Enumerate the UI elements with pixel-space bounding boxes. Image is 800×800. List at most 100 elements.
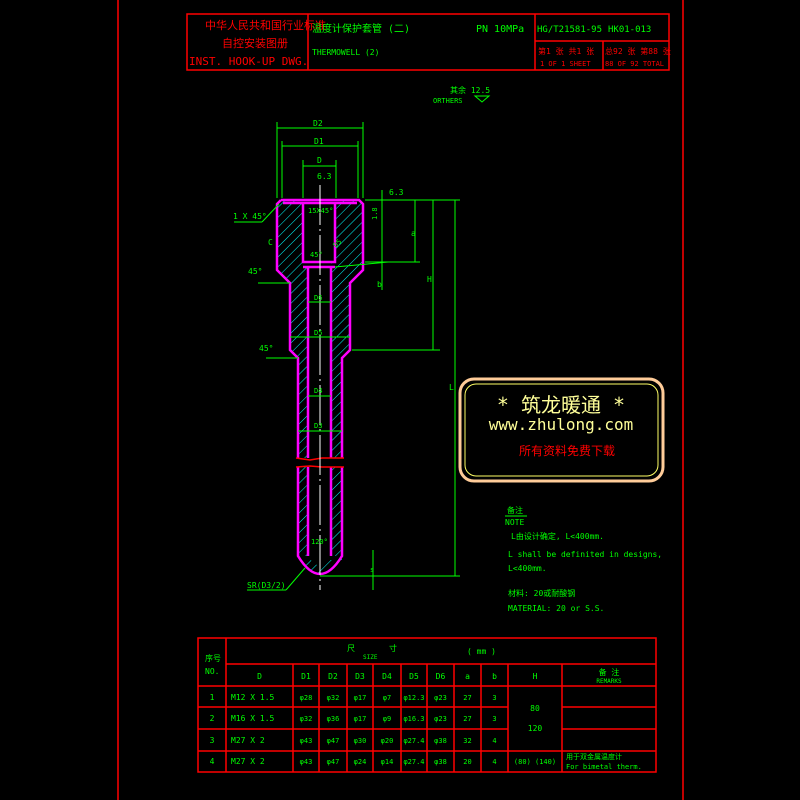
- angle-45-body: 45°: [259, 344, 273, 353]
- cell-D6: φ23: [434, 694, 447, 702]
- note-line-2: L shall be definited in designs,: [508, 550, 662, 559]
- row-number: 1: [210, 693, 215, 702]
- sheet-en: 1 OF 1 SHEET: [540, 60, 591, 68]
- column-header-D1: D1: [301, 672, 311, 681]
- total-cn: 总92 张 第88 张: [605, 46, 671, 56]
- cell-D2: φ36: [327, 715, 340, 723]
- sheet-cn: 第1 张 共1 张: [538, 46, 594, 56]
- h-value-80: 80: [530, 704, 540, 713]
- column-header-D6: D6: [436, 672, 446, 681]
- note-heading-en: NOTE: [505, 518, 524, 527]
- header-size-cn-1: 尺: [347, 644, 355, 653]
- watermark-slogan: 所有资料免费下载: [519, 443, 615, 458]
- cell-D5: φ27.4: [403, 758, 424, 766]
- roughness-others-cn: 其余 12.5: [450, 85, 490, 95]
- cell-b: 4: [492, 737, 496, 745]
- drawing-number: HK01-013: [608, 25, 651, 35]
- dim-C-label: C: [268, 238, 273, 247]
- watermark: * 筑龙暖通 * www.zhulong.com 所有资料免费下载: [458, 377, 665, 483]
- header-no-cn: 序号: [205, 653, 221, 663]
- dim-s-label: s: [370, 566, 374, 574]
- note-line-1: L由设计确定, L<400mm.: [511, 531, 604, 541]
- header-no-en: NO.: [205, 667, 219, 676]
- column-header-a: a: [465, 672, 470, 681]
- cell-b: 4: [492, 758, 496, 766]
- column-header-b: b: [492, 672, 497, 681]
- dim-D5-label: D5: [314, 329, 322, 337]
- angle-45-head: 45°: [248, 267, 262, 276]
- dim-D1-label: D1: [314, 137, 324, 146]
- header-unit: ( mm ): [467, 647, 496, 656]
- cell-D: M16 X 1.5: [231, 714, 275, 723]
- angle-120-label: 120°: [311, 538, 328, 546]
- title-block: 中华人民共和国行业标准 自控安装图册 INST. HOOK-UP DWG. 温度…: [186, 13, 671, 71]
- cell-D4: φ9: [383, 715, 391, 723]
- roughness-symbol-icon: [473, 95, 491, 103]
- chamfer-label: 1 X 45°: [233, 212, 267, 221]
- dim-D3-label: D3: [314, 422, 322, 430]
- dim-D-label: D: [317, 156, 322, 165]
- material-en: MATERIAL: 20 or S.S.: [508, 604, 604, 613]
- dim-b-label: b: [377, 280, 382, 289]
- cell-D6: φ38: [434, 758, 447, 766]
- cell-b: 3: [492, 694, 496, 702]
- cell-a: 27: [463, 715, 471, 723]
- header-remarks-en: REMARKS: [596, 678, 622, 685]
- h-value-row4: (80) (140): [514, 758, 556, 766]
- cell-b: 3: [492, 715, 496, 723]
- roughness-6-3-a: 6.3: [317, 172, 332, 181]
- drawing-title-cn: 温度计保护套管 (二): [312, 22, 410, 35]
- column-header-D: D: [257, 672, 262, 681]
- cell-D3: φ30: [354, 737, 367, 745]
- pressure-rating: PN 10MPa: [476, 24, 524, 35]
- notes: 备注 NOTE L由设计确定, L<400mm. L shall be defi…: [505, 505, 662, 613]
- material-cn: 材料: 20或耐酸钢: [508, 588, 575, 598]
- header-size-en: SIZE: [363, 654, 378, 661]
- cell-D: M12 X 1.5: [231, 693, 275, 702]
- cell-D2: φ47: [327, 737, 340, 745]
- cell-D5: φ16.3: [403, 715, 424, 723]
- dim-D4-label: D4: [314, 387, 322, 395]
- roughness-others-en: ORTHERS: [433, 97, 463, 105]
- dim-1-8-label: 1.8: [371, 207, 379, 220]
- total-en: 88 OF 92 TOTAL: [605, 60, 664, 68]
- drawing-title-en: THERMOWELL (2): [312, 48, 379, 57]
- note-line-3: L<400mm.: [508, 564, 547, 573]
- dim-L-label: L: [449, 383, 454, 392]
- cell-D4: φ7: [383, 694, 391, 702]
- header-size-cn-2: 寸: [389, 643, 397, 653]
- column-header-D4: D4: [382, 672, 392, 681]
- dim-D6-label: D6: [314, 294, 322, 302]
- header-remarks-cn: 备 注: [599, 667, 620, 677]
- book-name-cn: 自控安装图册: [222, 36, 288, 50]
- remark-en: For bimetal therm.: [566, 763, 642, 771]
- cell-D2: φ47: [327, 758, 340, 766]
- cell-D3: φ24: [354, 758, 367, 766]
- column-header-D3: D3: [355, 672, 365, 681]
- h-value-120: 120: [528, 724, 543, 733]
- dim-a-label: a: [411, 229, 416, 238]
- cell-D5: φ27.4: [403, 737, 424, 745]
- column-header-H: H: [533, 672, 538, 681]
- size-table: 序号 NO. 尺 寸 SIZE ( mm ) D D1 D2 D3 D4 D5 D6 a b H …: [197, 637, 657, 773]
- cell-D4: φ14: [381, 758, 394, 766]
- cell-D1: φ43: [300, 758, 313, 766]
- angle-45-inner: 45°: [310, 251, 323, 259]
- cell-a: 20: [463, 758, 471, 766]
- table-row: 4 M27 X 2 φ43 φ47 φ24 φ14 φ27.4 φ38 20 4 用于双金属温度计 F…: [210, 752, 642, 771]
- row-number: 2: [210, 714, 215, 723]
- cell-D3: φ17: [354, 694, 367, 702]
- row-number: 4: [210, 757, 215, 766]
- cell-D2: φ32: [327, 694, 340, 702]
- cell-D3: φ17: [354, 715, 367, 723]
- drawing-sheet: 中华人民共和国行业标准 自控安装图册 INST. HOOK-UP DWG. 温度…: [117, 0, 684, 800]
- standard-number: HG/T21581-95: [537, 25, 602, 35]
- cell-D1: φ43: [300, 737, 313, 745]
- dim-H-label: H: [427, 275, 432, 284]
- roughness-6-3-b: 6.3: [389, 188, 404, 197]
- row-number: 3: [210, 736, 215, 745]
- cell-D4: φ20: [381, 737, 394, 745]
- sr-label: SR(D3/2): [247, 581, 286, 590]
- cell-D: M27 X 2: [231, 736, 265, 745]
- note-heading-cn: 备注: [507, 505, 523, 515]
